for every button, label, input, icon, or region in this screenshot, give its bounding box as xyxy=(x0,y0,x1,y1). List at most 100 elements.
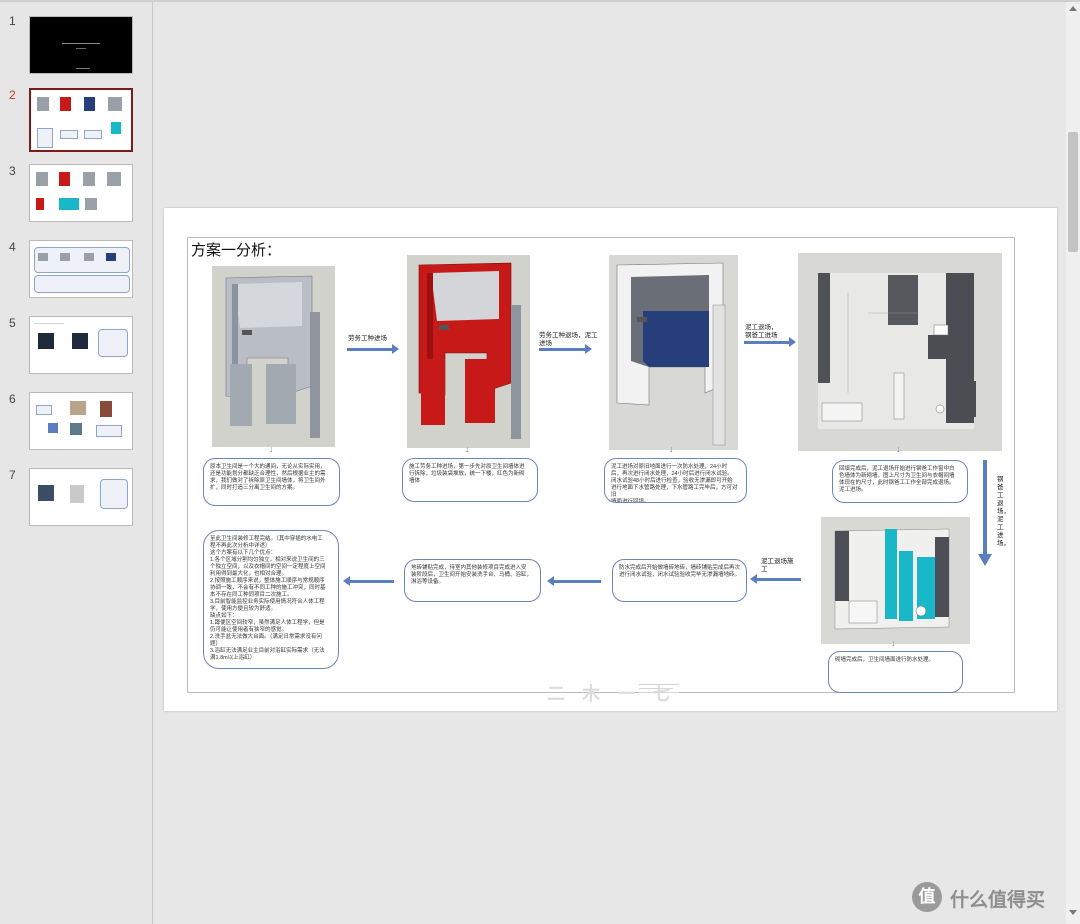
slide-thumbnail-7[interactable] xyxy=(29,468,133,526)
mini-scene xyxy=(84,253,94,261)
thumbnail-row-2[interactable]: 2 xyxy=(0,88,150,152)
mini-bubble xyxy=(84,130,102,139)
bubble-text-line: 闭水试验48小时后进行检查，验收无渗漏即可开始 xyxy=(611,478,733,484)
mini-scene xyxy=(37,97,49,111)
mini-title xyxy=(34,323,64,324)
slide-number: 7 xyxy=(9,468,16,482)
left-arrow-icon xyxy=(547,576,601,586)
bubble-text-line: 回填完成后，泥工退场开始进行钢爸工作窗中白 xyxy=(839,466,955,472)
step-note-bubble-5[interactable]: 砌墙完成后，卫生间墙面进行防水处理。 xyxy=(828,651,963,693)
right-arrow-icon xyxy=(347,344,399,354)
bubble-text-line: 原本卫生间是一个大的通间，无论从实际实用， xyxy=(210,464,326,470)
vertical-scrollbar[interactable] xyxy=(1066,2,1080,924)
bubble-text-line: 地砖铺贴完成，待室内其他装修项目完成进入安 xyxy=(411,565,527,571)
bubble-text-line: 满1.8m以上浴缸） xyxy=(210,655,256,661)
mini-scene xyxy=(59,198,79,210)
summary-bubble[interactable]: 至此卫生间装修工程完结。（其中穿插的水电工 程不再此次分析中详述） 这个方案有以下几… xyxy=(203,530,339,669)
mini-subtitle xyxy=(76,48,86,49)
step-note-bubble-3[interactable]: 泥工进场对原旧地面进行一次防水处理，24小时 后，再次进行闭水处理，24小时后进行… xyxy=(604,458,747,503)
brand-logo-icon: 值 xyxy=(912,882,942,912)
mini-scene xyxy=(70,401,86,415)
step-note-bubble-1[interactable]: 原本卫生间是一个大的通间，无论从实际实用， 还是功能划分都缺乏合理性，然后根据业主… xyxy=(203,458,340,506)
left-arrow-icon xyxy=(343,576,394,586)
bathroom-tiling-render[interactable] xyxy=(821,517,970,644)
bubble-text-line: 2.洗手盆无法做大台面。（满足日常需求没有问 xyxy=(210,634,322,640)
mini-scene xyxy=(48,423,58,433)
thumbnail-row-6[interactable]: 6 xyxy=(0,392,150,452)
mini-scene xyxy=(70,485,84,503)
scroll-thumb[interactable] xyxy=(1068,132,1078,252)
thumbnail-row-1[interactable]: 1 xyxy=(0,14,150,74)
mini-scene xyxy=(108,97,122,111)
bubble-text-line: 程不再此次分析中详述） xyxy=(210,543,271,549)
arrow-label-1: 劳务工种进场 xyxy=(348,335,387,342)
bubble-text-line: 学，使用方便且较为舒适。 xyxy=(210,606,277,612)
scroll-up-arrow-icon[interactable] xyxy=(1069,6,1077,11)
bubble-text-line: 墙面进行回填。 xyxy=(611,499,650,503)
slide-thumbnail-1[interactable] xyxy=(29,16,133,74)
bubble-text-line: 行拆除，垃圾装袋堆放，统一下楼，红色为新砌 xyxy=(409,471,525,477)
slide-thumbnail-4[interactable] xyxy=(29,240,133,298)
bubble-text-line: 仍可能让使用者有狭窄的感觉。 xyxy=(210,627,288,633)
step-note-bubble-2[interactable]: 施工劳务工种进场，第一步先对原卫生间墙体进 行拆除，垃圾装袋堆放，统一下楼，红色为… xyxy=(402,458,538,502)
bubble-text-line: 1.蹲便区空间较窄，虽然满足人体工程学，但是 xyxy=(210,620,325,626)
step-note-bubble-7[interactable]: 地砖铺贴完成，待室内其他装修项目完成进入安 装阶段后，卫生间开始安装洗手台、马桶、… xyxy=(404,559,541,602)
thumbnail-row-7[interactable]: 7 xyxy=(0,468,150,528)
mini-scene xyxy=(36,198,44,210)
slide-thumbnail-3[interactable] xyxy=(29,164,133,222)
bubble-text-line: 缺点如下： xyxy=(210,613,238,619)
mini-bubble xyxy=(98,329,128,357)
slide-thumbnail-5[interactable] xyxy=(29,316,133,374)
down-arrow-icon: ↓ xyxy=(269,444,274,454)
bubble-text-line: 题） xyxy=(210,641,222,647)
slide-number: 3 xyxy=(9,164,16,178)
down-arrow-icon: ↓ xyxy=(891,638,896,648)
down-arrow-icon: ↓ xyxy=(896,444,901,454)
mini-scene xyxy=(106,253,116,261)
bubble-text-line: 求，我们做对了拆除原卫生间墙体，将卫生间外 xyxy=(210,478,326,484)
bubble-text-line: 3.目前智能监控业务实际使用情况符合人体工程 xyxy=(210,599,325,605)
mini-scene xyxy=(38,253,48,261)
bubble-text-line: 淋浴等设备。 xyxy=(411,579,445,585)
bubble-text-line: 后，再次进行闭水处理，24小时后进行闭水试验。 xyxy=(611,471,733,477)
bubble-text-line: 泥工进场对原旧地面进行一次防水处理，24小时 xyxy=(611,464,728,470)
step-note-bubble-6[interactable]: 防水完成后开始做墙砖地砖，墙砖铺贴完成后再次 进行闭水试验，闭水试验验收完毕无渗漏… xyxy=(612,559,747,602)
thumbnail-row-3[interactable]: 3 xyxy=(0,164,150,224)
mini-footer xyxy=(76,68,90,69)
bubble-text-line: 体现在的尺寸，此时钢爸工工作全部完成退场。 xyxy=(839,480,955,486)
slide-title[interactable]: 方案一分析： xyxy=(191,239,281,260)
mini-scene xyxy=(36,172,48,186)
slide-thumbnail-2[interactable] xyxy=(29,88,133,152)
down-arrow-icon xyxy=(978,460,992,566)
bubble-text-line: 装阶段后，卫生间开始安装洗手台、马桶、浴缸， xyxy=(411,572,533,578)
bubble-text-line: 施工劳务工种进场，第一步先对原卫生间墙体进 xyxy=(409,464,525,470)
slide-thumbnail-6[interactable] xyxy=(29,392,133,450)
slide-thumbnail-pane[interactable]: 1 2 3 4 5 6 7 xyxy=(0,2,153,924)
bubble-text-line: 这个方案有以下几个优点： xyxy=(210,550,277,556)
bubble-text-line: 3.浴缸无法满足业主目前对浴缸实际需求（无法 xyxy=(210,648,325,654)
bathroom-waterproofing-render[interactable] xyxy=(609,255,738,450)
mini-scene xyxy=(107,172,121,186)
bubble-text-line: 利用得到最大化，也相对合理。 xyxy=(210,571,288,577)
right-arrow-icon xyxy=(539,344,592,354)
thumbnail-row-4[interactable]: 4 xyxy=(0,240,150,300)
slide-number: 2 xyxy=(9,88,16,102)
bubble-text-line: 泥工进场。 xyxy=(839,487,867,493)
bubble-text-line: 1.各个区域分割均匀独立，相对来说卫生间的三 xyxy=(210,557,325,563)
down-arrow-icon: ↓ xyxy=(669,444,674,454)
slide-number: 4 xyxy=(9,240,16,254)
bubble-text-line: 协调一致，不会有不同工种的施工冲突，同时基 xyxy=(210,585,326,591)
arrow-label-3: 泥工退场， 钢爸工进场 xyxy=(745,324,778,339)
mini-scene xyxy=(85,198,97,210)
bathroom-partition-render[interactable] xyxy=(798,253,1002,451)
bubble-text-line: 本不存在同工种同项目二次施工。 xyxy=(210,592,293,598)
mini-scene xyxy=(59,172,70,186)
thumbnail-row-5[interactable]: 5 xyxy=(0,316,150,376)
bathroom-demolition-render[interactable] xyxy=(407,255,530,448)
bathroom-original-render[interactable] xyxy=(212,266,335,447)
current-slide[interactable]: 方案一分析： ↓ ↓ ↓ ↓ ↓ 劳务工种进场 劳务工种退场，泥工进场 泥工退场… xyxy=(164,208,1057,711)
scroll-down-arrow-icon[interactable] xyxy=(1069,910,1077,915)
step-note-bubble-4[interactable]: 回填完成后，泥工退场开始进行钢爸工作窗中白 色墙体为新砌墙，图上尺寸为卫生间与衣帽… xyxy=(832,460,968,503)
left-arrow-icon xyxy=(750,574,801,584)
down-arrow-icon: ↓ xyxy=(465,444,470,454)
